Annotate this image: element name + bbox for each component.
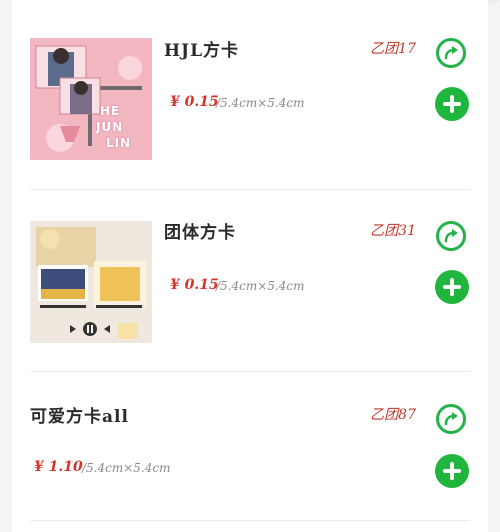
share-arrow-icon (444, 412, 458, 426)
product-size: /5.4cm×5.4cm (216, 279, 305, 293)
product-thumbnail[interactable] (30, 221, 152, 343)
product-title[interactable]: 可爱方卡all (30, 402, 129, 427)
list-item[interactable]: HE JUN LIN HJL方卡 乙团17 ¥ 0.15 /5.4cm×5.4c… (12, 0, 488, 190)
product-price: ¥ 0.15 (170, 277, 219, 293)
product-title[interactable]: HJL方卡 (164, 36, 239, 61)
product-size: /5.4cm×5.4cm (82, 461, 171, 475)
thumbnail-art (30, 38, 152, 160)
list-item[interactable]: 可爱方卡all 乙团87 ¥ 1.10 /5.4cm×5.4cm (12, 372, 488, 532)
thumbnail-text-3: LIN (106, 136, 132, 150)
group-tag: 乙团31 (370, 223, 416, 239)
share-arrow-icon (444, 229, 458, 243)
list-item[interactable]: 团体方卡 乙团31 ¥ 0.15 /5.4cm×5.4cm (12, 190, 488, 372)
add-to-cart-button[interactable] (435, 270, 469, 304)
divider (30, 520, 470, 521)
thumbnail-text-2: JUN (96, 120, 124, 134)
product-size: /5.4cm×5.4cm (216, 96, 305, 110)
share-button[interactable] (436, 38, 466, 68)
add-to-cart-button[interactable] (435, 454, 469, 488)
share-arrow-icon (444, 46, 458, 60)
product-price: ¥ 1.10 (34, 459, 83, 475)
group-tag: 乙团17 (370, 41, 416, 57)
product-price: ¥ 0.15 (170, 94, 219, 110)
add-to-cart-button[interactable] (435, 87, 469, 121)
share-button[interactable] (436, 221, 466, 251)
product-title[interactable]: 团体方卡 (164, 218, 236, 243)
group-tag: 乙团87 (370, 407, 416, 423)
share-button[interactable] (436, 404, 466, 434)
thumbnail-text-1: HE (100, 104, 121, 118)
product-list: HE JUN LIN HJL方卡 乙团17 ¥ 0.15 /5.4cm×5.4c… (12, 0, 488, 532)
thumbnail-art (30, 221, 152, 343)
product-thumbnail[interactable]: HE JUN LIN (30, 38, 152, 160)
